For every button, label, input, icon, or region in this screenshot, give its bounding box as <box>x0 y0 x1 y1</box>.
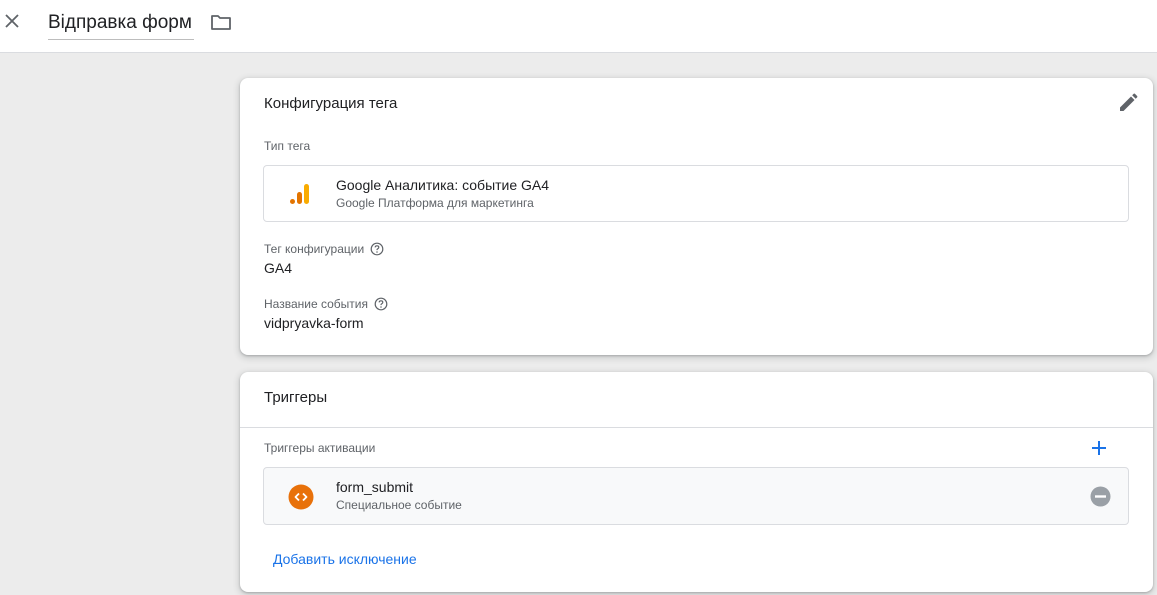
triggers-card: Триггеры Триггеры активации form_submit … <box>240 372 1153 592</box>
trigger-name: form_submit <box>336 479 414 495</box>
triggers-title: Триггеры <box>264 389 328 406</box>
event-name-value: vidpryavka-form <box>264 315 364 331</box>
add-exception-button[interactable]: Добавить исключение <box>273 551 417 567</box>
tag-type-selector[interactable]: Google Аналитика: событие GA4 Google Пла… <box>263 165 1129 222</box>
tag-type-name: Google Аналитика: событие GA4 <box>336 177 550 193</box>
plus-icon <box>1092 441 1106 455</box>
pencil-icon[interactable] <box>1117 92 1139 114</box>
event-name-label: Название события <box>264 297 388 311</box>
trigger-type: Специальное событие <box>336 498 462 512</box>
google-analytics-icon <box>288 182 312 206</box>
config-tag-value: GA4 <box>264 260 293 276</box>
top-bar: Відправка форм <box>0 0 1157 53</box>
firing-triggers-label-text: Триггеры активации <box>264 441 376 455</box>
divider <box>240 427 1153 428</box>
tag-type-vendor: Google Платформа для маркетинга <box>336 196 534 210</box>
trigger-row[interactable]: form_submit Специальное событие <box>263 467 1129 525</box>
tag-type-label-text: Тип тега <box>264 139 311 153</box>
help-circle-icon[interactable] <box>370 242 384 256</box>
event-name-label-text: Название события <box>264 297 368 311</box>
folder-icon[interactable] <box>210 12 232 32</box>
firing-triggers-label: Триггеры активации <box>264 441 375 455</box>
tag-configuration-card[interactable]: Конфигурация тега Тип тега Google Аналит… <box>240 78 1153 355</box>
config-tag-label-text: Тег конфигурации <box>264 242 365 256</box>
config-tag-label: Тег конфигурации <box>264 242 384 256</box>
close-icon[interactable] <box>2 11 22 31</box>
custom-event-icon <box>288 484 314 510</box>
tag-type-label: Тип тега <box>264 139 310 153</box>
tag-name-field[interactable]: Відправка форм <box>48 10 194 40</box>
add-trigger-button[interactable] <box>1089 438 1109 458</box>
tag-configuration-title: Конфигурация тега <box>264 95 398 112</box>
help-circle-icon[interactable] <box>374 297 388 311</box>
remove-circle-icon[interactable] <box>1090 486 1111 507</box>
